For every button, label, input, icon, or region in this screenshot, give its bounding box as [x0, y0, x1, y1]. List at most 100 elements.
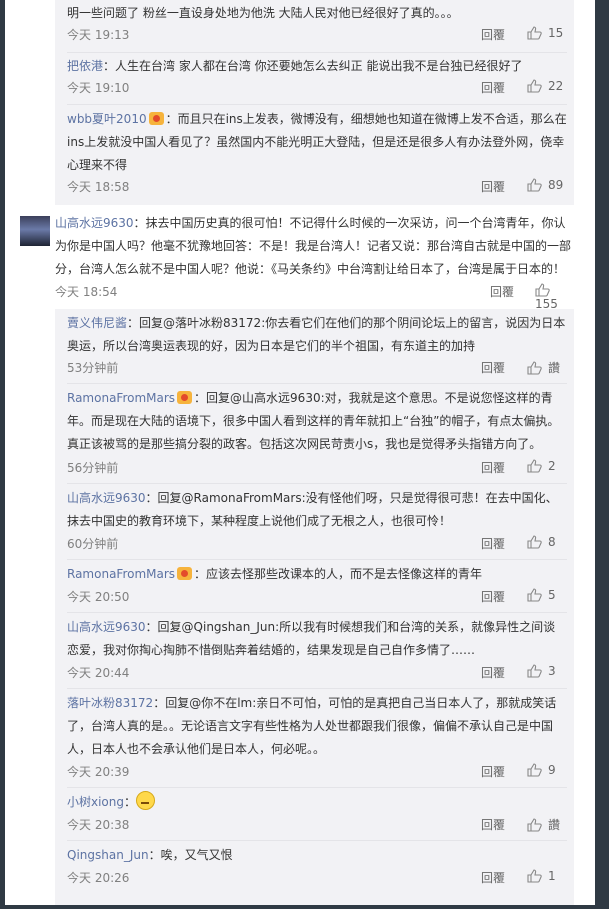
- thumbs-up-icon: [527, 664, 542, 678]
- comment-meta: 今天 18:54 回覆 155: [55, 283, 574, 311]
- comment-time: 53分钟前: [67, 361, 119, 375]
- comment-text: wbb夏叶2010 ：而且只在ins上发表，微博没有，细想她也知道在微博上发不合适…: [67, 108, 567, 177]
- comment-body: ：回复@落叶冰粉83172:你去看它们在他们的那个阴间论坛上的留言，说因为日本奥…: [67, 316, 566, 353]
- comment-meta: 今天 20:44 回覆 3: [67, 664, 567, 684]
- comment-username[interactable]: RamonaFromMars: [67, 391, 175, 405]
- reply-button[interactable]: 回覆: [490, 283, 514, 300]
- comment-text: RamonaFromMars ：应该去怪那些改课本的人，而不是去怪像这样的青年: [67, 563, 567, 586]
- thumbs-up-icon: [527, 459, 542, 473]
- reply-button[interactable]: 回覆: [481, 816, 505, 833]
- comment-meta: 今天 18:58 回覆 89: [67, 178, 567, 198]
- like-button[interactable]: 讚: [527, 816, 560, 833]
- window-edge: [595, 0, 609, 909]
- reply-button[interactable]: 回覆: [481, 79, 505, 96]
- comment-body: ：人生在台湾 家人都在台湾 你还要她怎么去纠正 能说出我不是台独已经很好了: [103, 59, 523, 73]
- comment-body: ：唉，又气又恨: [148, 848, 233, 862]
- like-count: 15: [548, 26, 564, 40]
- comment-text: 落叶冰粉83172：回复@你不在lm:亲日不可怕，可怕的是真把自己当日本人了，那…: [67, 692, 567, 761]
- comment-time: 今天 18:58: [67, 180, 130, 194]
- comment-meta: 56分钟前 回覆 2: [67, 459, 567, 479]
- comment-username[interactable]: 山高水远9630: [67, 491, 146, 505]
- reply-button[interactable]: 回覆: [481, 763, 505, 780]
- reply-button[interactable]: 回覆: [481, 26, 505, 43]
- like-button[interactable]: 讚: [527, 359, 560, 376]
- comment-username[interactable]: 山高水远9630: [55, 216, 134, 230]
- thumbs-up-icon: [527, 535, 542, 549]
- like-count: 22: [548, 79, 564, 93]
- like-button[interactable]: 89: [527, 178, 563, 192]
- thumbs-up-icon: [527, 79, 542, 93]
- thumbs-up-icon: [527, 588, 542, 602]
- comment-meta: 今天 20:50 回覆 5: [67, 588, 567, 608]
- comment-time: 今天 18:54: [55, 285, 118, 299]
- like-count: 5: [548, 588, 556, 602]
- comment-time: 60分钟前: [67, 537, 119, 551]
- divider: [67, 612, 567, 613]
- like-count: 讚: [548, 361, 561, 375]
- comment-time: 56分钟前: [67, 461, 119, 475]
- comment-username[interactable]: Qingshan_Jun: [67, 848, 149, 862]
- comment-meta: 60分钟前 回覆 8: [67, 535, 567, 555]
- comment-time: 今天 20:26: [67, 871, 130, 885]
- comment-text: 把依港：人生在台湾 家人都在台湾 你还要她怎么去纠正 能说出我不是台独已经很好了: [67, 55, 567, 78]
- comment-time: 今天 20:38: [67, 818, 130, 832]
- like-button[interactable]: 5: [527, 588, 556, 602]
- divider: [67, 840, 567, 841]
- divider: [67, 104, 567, 105]
- reply-button[interactable]: 回覆: [481, 178, 505, 195]
- like-button[interactable]: 155: [535, 283, 574, 311]
- like-button[interactable]: 9: [527, 763, 556, 777]
- thumbs-up-icon: [527, 818, 542, 832]
- like-count: 89: [548, 178, 564, 192]
- like-button[interactable]: 22: [527, 79, 563, 93]
- comment-meta: 今天 19:10 回覆 22: [67, 79, 567, 99]
- reply-button[interactable]: 回覆: [481, 588, 505, 605]
- comment-username[interactable]: RamonaFromMars: [67, 567, 175, 581]
- like-button[interactable]: 2: [527, 459, 556, 473]
- reply-button[interactable]: 回覆: [481, 359, 505, 376]
- thumbs-up-icon: [527, 26, 542, 40]
- reply-button[interactable]: 回覆: [481, 459, 505, 476]
- comment-text: 山高水远9630：抹去中国历史真的很可怕！不记得什么时候的一次采访，问一个台湾青…: [55, 212, 574, 281]
- comment-body: ：应该去怪那些改课本的人，而不是去怪像这样的青年: [194, 567, 483, 581]
- thumbs-up-icon: [527, 869, 542, 883]
- comment-time: 今天 20:39: [67, 765, 130, 779]
- like-button[interactable]: 1: [527, 869, 556, 883]
- comment-meta: 今天 20:38 回覆 讚: [67, 816, 567, 836]
- comment-username[interactable]: 把依港: [67, 59, 103, 73]
- like-button[interactable]: 8: [527, 535, 556, 549]
- divider: [67, 688, 567, 689]
- comment-username[interactable]: wbb夏叶2010: [67, 112, 147, 126]
- reply-button[interactable]: 回覆: [481, 869, 505, 886]
- comment-meta: 今天 20:26 回覆 1: [67, 869, 567, 889]
- vip-badge-icon: [177, 567, 193, 580]
- vip-badge-icon: [148, 112, 164, 125]
- comment-text: 山高水远9630：回复@RamonaFromMars:没有怪他们呀，只是觉得很可…: [67, 487, 567, 533]
- divider: [67, 787, 567, 788]
- like-count: 9: [548, 763, 556, 777]
- comment-time: 今天 20:50: [67, 590, 130, 604]
- comment-username[interactable]: 小树xiong: [67, 795, 124, 809]
- like-button[interactable]: 15: [527, 26, 563, 40]
- comment-username[interactable]: 山高水远9630: [67, 620, 146, 634]
- smiley-emoji-icon: [136, 791, 156, 810]
- reply-button[interactable]: 回覆: [481, 664, 505, 681]
- comment-panel: 明一些问题了 粉丝一直设身处地为他洗 大陆人民对他已经很好了真的。。。 今天 1…: [5, 0, 595, 905]
- comment-body: ：: [124, 795, 137, 809]
- comment-text: RamonaFromMars ：回复@山高水远9630:对，我就是这个意思。不是说…: [67, 387, 567, 456]
- comment-text: 小树xiong：: [67, 791, 567, 814]
- comment-text: 賣义伟尼酱：回复@落叶冰粉83172:你去看它们在他们的那个阴间论坛上的留言，说…: [67, 312, 567, 358]
- divider: [67, 383, 567, 384]
- reply-button[interactable]: 回覆: [481, 535, 505, 552]
- divider: [67, 483, 567, 484]
- like-button[interactable]: 3: [527, 664, 556, 678]
- comment-username[interactable]: 落叶冰粉83172: [67, 696, 153, 710]
- avatar[interactable]: [20, 216, 50, 246]
- window-edge: [0, 905, 609, 909]
- comment-text: 明一些问题了 粉丝一直设身处地为他洗 大陆人民对他已经很好了真的。。。: [67, 6, 459, 20]
- like-count: 讚: [548, 818, 561, 832]
- like-count: 1: [548, 869, 556, 883]
- comment-meta: 今天 19:13 回覆 15: [67, 26, 567, 46]
- comment-username[interactable]: 賣义伟尼酱: [67, 316, 127, 330]
- thumbs-up-icon: [527, 178, 542, 192]
